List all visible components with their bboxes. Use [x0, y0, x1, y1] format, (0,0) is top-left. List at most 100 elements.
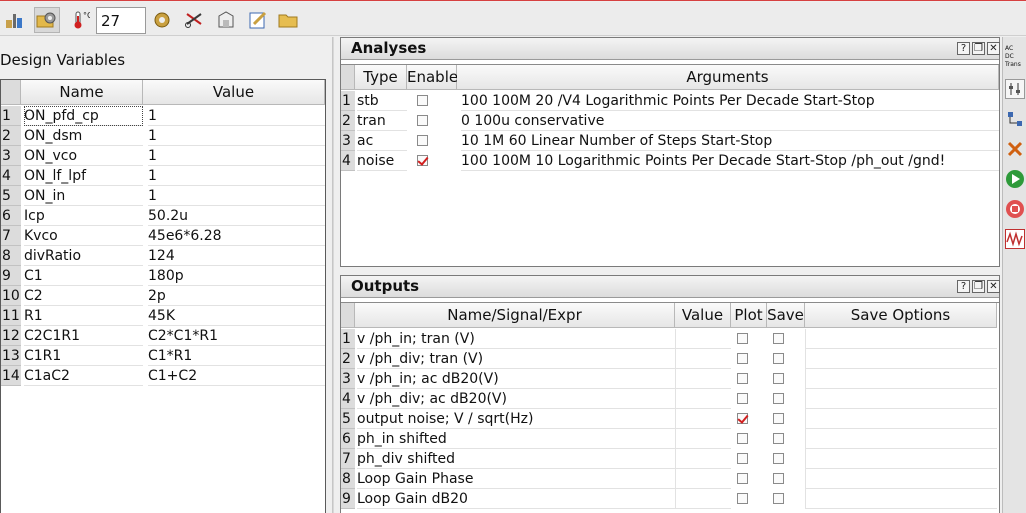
column-header-enable[interactable]: Enable: [407, 65, 458, 90]
save-options[interactable]: [805, 409, 997, 429]
table-row[interactable]: 4v /ph_div; ac dB20(V): [341, 389, 999, 409]
plot-checkbox[interactable]: [737, 473, 748, 484]
float-icon[interactable]: ❐: [972, 280, 985, 293]
stop-icon[interactable]: [1005, 199, 1025, 219]
variable-value[interactable]: 1: [148, 126, 325, 146]
table-row[interactable]: 11 R1 45K: [1, 306, 325, 326]
output-name[interactable]: v /ph_in; ac dB20(V): [357, 369, 675, 389]
output-name[interactable]: ph_in shifted: [357, 429, 675, 449]
variable-name[interactable]: C1: [24, 266, 143, 286]
save-options[interactable]: [805, 489, 997, 509]
table-row[interactable]: 9 C1 180p: [1, 266, 325, 286]
run-icon[interactable]: [1005, 169, 1025, 189]
analysis-option-ac[interactable]: AC: [1005, 45, 1026, 53]
output-name[interactable]: Loop Gain Phase: [357, 469, 675, 489]
variable-value[interactable]: 1: [148, 146, 325, 166]
output-name[interactable]: output noise; V / sqrt(Hz): [357, 409, 675, 429]
analysis-select-icon[interactable]: AC DC Trans: [1005, 45, 1026, 71]
table-row[interactable]: 5 ON_in 1: [1, 186, 325, 206]
netlist-icon[interactable]: [1005, 109, 1025, 129]
analysis-option-dc[interactable]: DC: [1005, 53, 1026, 61]
help-icon[interactable]: ?: [957, 42, 970, 55]
edit-icon[interactable]: [248, 10, 268, 30]
setup-icon[interactable]: [4, 10, 24, 30]
variable-name[interactable]: C1aC2: [24, 366, 143, 386]
variable-value[interactable]: 1: [148, 166, 325, 186]
variable-value[interactable]: 2p: [148, 286, 325, 306]
save-checkbox[interactable]: [773, 393, 784, 404]
variable-name[interactable]: Icp: [24, 206, 143, 226]
plot-checkbox[interactable]: [737, 373, 748, 384]
enable-checkbox[interactable]: [417, 155, 428, 166]
analysis-type[interactable]: noise: [357, 151, 407, 171]
waveform-icon[interactable]: [1005, 229, 1025, 249]
save-checkbox[interactable]: [773, 333, 784, 344]
variable-name[interactable]: C2C1R1: [24, 326, 143, 346]
table-row[interactable]: 10 C2 2p: [1, 286, 325, 306]
variable-value[interactable]: C2*C1*R1: [148, 326, 325, 346]
save-checkbox[interactable]: [773, 473, 784, 484]
variable-name[interactable]: ON_in: [24, 186, 143, 206]
variable-value[interactable]: 1: [148, 186, 325, 206]
analysis-arguments[interactable]: 10 1M 60 Linear Number of Steps Start-St…: [461, 131, 999, 151]
table-row[interactable]: 4 noise 100 100M 10 Logarithmic Points Per…: [341, 151, 999, 171]
table-row[interactable]: 7 ph_div shifted: [341, 449, 999, 469]
column-header-arguments[interactable]: Arguments: [457, 65, 999, 90]
table-row[interactable]: 6 Icp 50.2u: [1, 206, 325, 226]
plot-checkbox[interactable]: [737, 493, 748, 504]
analysis-option-trans[interactable]: Trans: [1005, 61, 1026, 69]
plot-checkbox[interactable]: [737, 453, 748, 464]
table-row[interactable]: 8 divRatio 124: [1, 246, 325, 266]
plot-checkbox[interactable]: [737, 333, 748, 344]
analysis-arguments[interactable]: 100 100M 20 /V4 Logarithmic Points Per D…: [461, 91, 999, 111]
variable-value[interactable]: 1: [148, 106, 325, 126]
column-header-save-options[interactable]: Save Options: [805, 303, 997, 328]
column-header-save[interactable]: Save: [767, 303, 805, 328]
variable-name[interactable]: ON_pfd_cp: [24, 106, 143, 126]
enable-checkbox[interactable]: [417, 135, 428, 146]
variable-name[interactable]: ON_dsm: [24, 126, 143, 146]
scissors-icon[interactable]: [184, 10, 204, 30]
variable-name[interactable]: C2: [24, 286, 143, 306]
enable-checkbox[interactable]: [417, 95, 428, 106]
variable-name[interactable]: R1: [24, 306, 143, 326]
save-checkbox[interactable]: [773, 453, 784, 464]
tuning-icon[interactable]: [1005, 79, 1025, 99]
variable-name[interactable]: ON_vco: [24, 146, 143, 166]
save-options[interactable]: [805, 429, 997, 449]
table-row[interactable]: 5 output noise; V / sqrt(Hz): [341, 409, 999, 429]
output-name[interactable]: Loop Gain dB20: [357, 489, 675, 509]
analysis-type[interactable]: tran: [357, 111, 407, 131]
variable-value[interactable]: 124: [148, 246, 325, 266]
table-row[interactable]: 9 Loop Gain dB20: [341, 489, 999, 509]
output-name[interactable]: v /ph_div; tran (V): [357, 349, 675, 369]
delete-icon[interactable]: [1005, 139, 1025, 159]
table-row[interactable]: 1v /ph_in; tran (V): [341, 329, 999, 349]
save-options[interactable]: [805, 349, 997, 369]
close-icon[interactable]: ✕: [987, 42, 1000, 55]
column-header-name[interactable]: Name: [21, 80, 143, 105]
analysis-arguments[interactable]: 0 100u conservative: [461, 111, 999, 131]
enable-checkbox[interactable]: [417, 115, 428, 126]
save-options[interactable]: [805, 329, 997, 349]
open-folder-icon[interactable]: [278, 10, 298, 30]
output-name[interactable]: v /ph_in; tran (V): [357, 329, 675, 349]
save-checkbox[interactable]: [773, 433, 784, 444]
save-checkbox[interactable]: [773, 493, 784, 504]
variable-value[interactable]: 45K: [148, 306, 325, 326]
output-name[interactable]: ph_div shifted: [357, 449, 675, 469]
table-row[interactable]: 14 C1aC2 C1+C2: [1, 366, 325, 386]
table-row[interactable]: 3 ON_vco 1: [1, 146, 325, 166]
table-row[interactable]: 1 ON_pfd_cp 1: [1, 106, 325, 126]
column-header-name-signal-expr[interactable]: Name/Signal/Expr: [355, 303, 675, 328]
save-checkbox[interactable]: [773, 373, 784, 384]
table-row[interactable]: 8 Loop Gain Phase: [341, 469, 999, 489]
variable-value[interactable]: 180p: [148, 266, 325, 286]
variable-name[interactable]: C1R1: [24, 346, 143, 366]
table-row[interactable]: 12 C2C1R1 C2*C1*R1: [1, 326, 325, 346]
save-checkbox[interactable]: [773, 413, 784, 424]
column-header-value[interactable]: Value: [143, 80, 325, 105]
plot-checkbox[interactable]: [737, 413, 748, 424]
column-header-plot[interactable]: Plot: [731, 303, 767, 328]
analysis-arguments[interactable]: 100 100M 10 Logarithmic Points Per Decad…: [461, 151, 999, 171]
